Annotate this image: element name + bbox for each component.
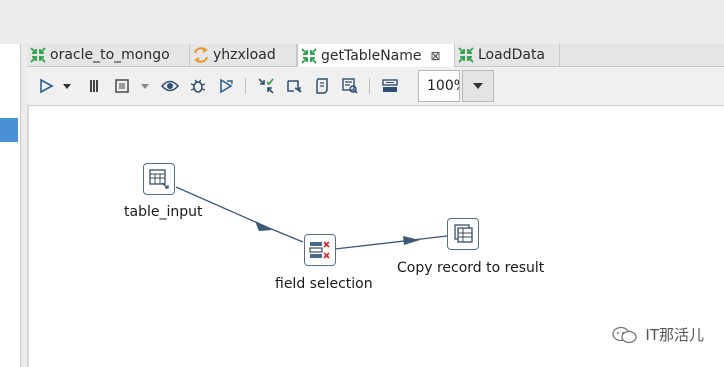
tab-label: LoadData: [478, 47, 546, 63]
replay-icon[interactable]: [217, 77, 235, 95]
watermark-text: IT那活儿: [645, 326, 704, 344]
wechat-icon: [612, 326, 638, 343]
run-options-icon[interactable]: [61, 77, 73, 95]
tab-yhzxload[interactable]: yhzxload: [190, 44, 297, 66]
editor-tabbar: oracle_to_mongo yhzxload getTableName ⊠ …: [27, 44, 724, 67]
tab-label: oracle_to_mongo: [50, 47, 170, 63]
pause-icon[interactable]: [85, 77, 103, 95]
hop-arrowhead: [403, 236, 420, 245]
copy-rows-icon: [454, 224, 473, 243]
transformation-icon: [458, 47, 474, 63]
impact-icon[interactable]: [285, 77, 303, 95]
debug-icon[interactable]: [189, 77, 207, 95]
tab-oracle-to-mongo[interactable]: oracle_to_mongo: [27, 44, 190, 66]
run-icon[interactable]: [37, 77, 55, 95]
show-results-icon[interactable]: [381, 77, 399, 95]
step-label: field selection: [275, 276, 373, 292]
zoom-dropdown-button[interactable]: [462, 70, 494, 102]
left-panel-selection[interactable]: [0, 118, 18, 142]
toolbar-separator: [245, 78, 246, 94]
tab-label: getTableName: [321, 47, 422, 64]
preview-icon[interactable]: [161, 77, 179, 95]
explore-db-icon[interactable]: [341, 77, 359, 95]
step-copy-record-to-result[interactable]: [447, 218, 479, 250]
watermark: IT那活儿: [611, 324, 704, 345]
step-label: Copy record to result: [397, 260, 545, 276]
step-label: table_input: [124, 204, 203, 220]
zoom-input[interactable]: 100%: [418, 70, 460, 102]
hop-arrow[interactable]: [334, 235, 448, 250]
chevron-down-icon: [473, 83, 483, 89]
hop-arrow[interactable]: [268, 227, 304, 243]
job-icon: [193, 47, 209, 63]
tab-gettablename[interactable]: getTableName ⊠: [297, 44, 455, 67]
transformation-canvas[interactable]: table_input field selection Copy record …: [27, 106, 724, 367]
verify-icon[interactable]: [257, 77, 275, 95]
window-top-strip: [0, 0, 724, 44]
tab-loaddata[interactable]: LoadData: [455, 44, 560, 66]
tab-label: yhzxload: [213, 47, 276, 63]
close-icon[interactable]: ⊠: [431, 49, 441, 63]
toolbar-separator: [369, 78, 370, 94]
step-table-input[interactable]: [143, 163, 175, 195]
stop-options-icon[interactable]: [139, 77, 151, 95]
select-values-icon: [309, 241, 330, 259]
spoon-window: oracle_to_mongo yhzxload getTableName ⊠ …: [0, 0, 724, 367]
sql-icon[interactable]: [313, 77, 331, 95]
table-input-icon: [149, 169, 169, 189]
transformation-toolbar: 100%: [27, 67, 724, 106]
step-field-selection[interactable]: [304, 234, 336, 266]
transformation-icon: [30, 47, 46, 63]
left-panel[interactable]: [0, 44, 21, 367]
transformation-icon: [301, 47, 317, 64]
stop-icon[interactable]: [113, 77, 131, 95]
hop-arrowhead: [255, 221, 272, 231]
